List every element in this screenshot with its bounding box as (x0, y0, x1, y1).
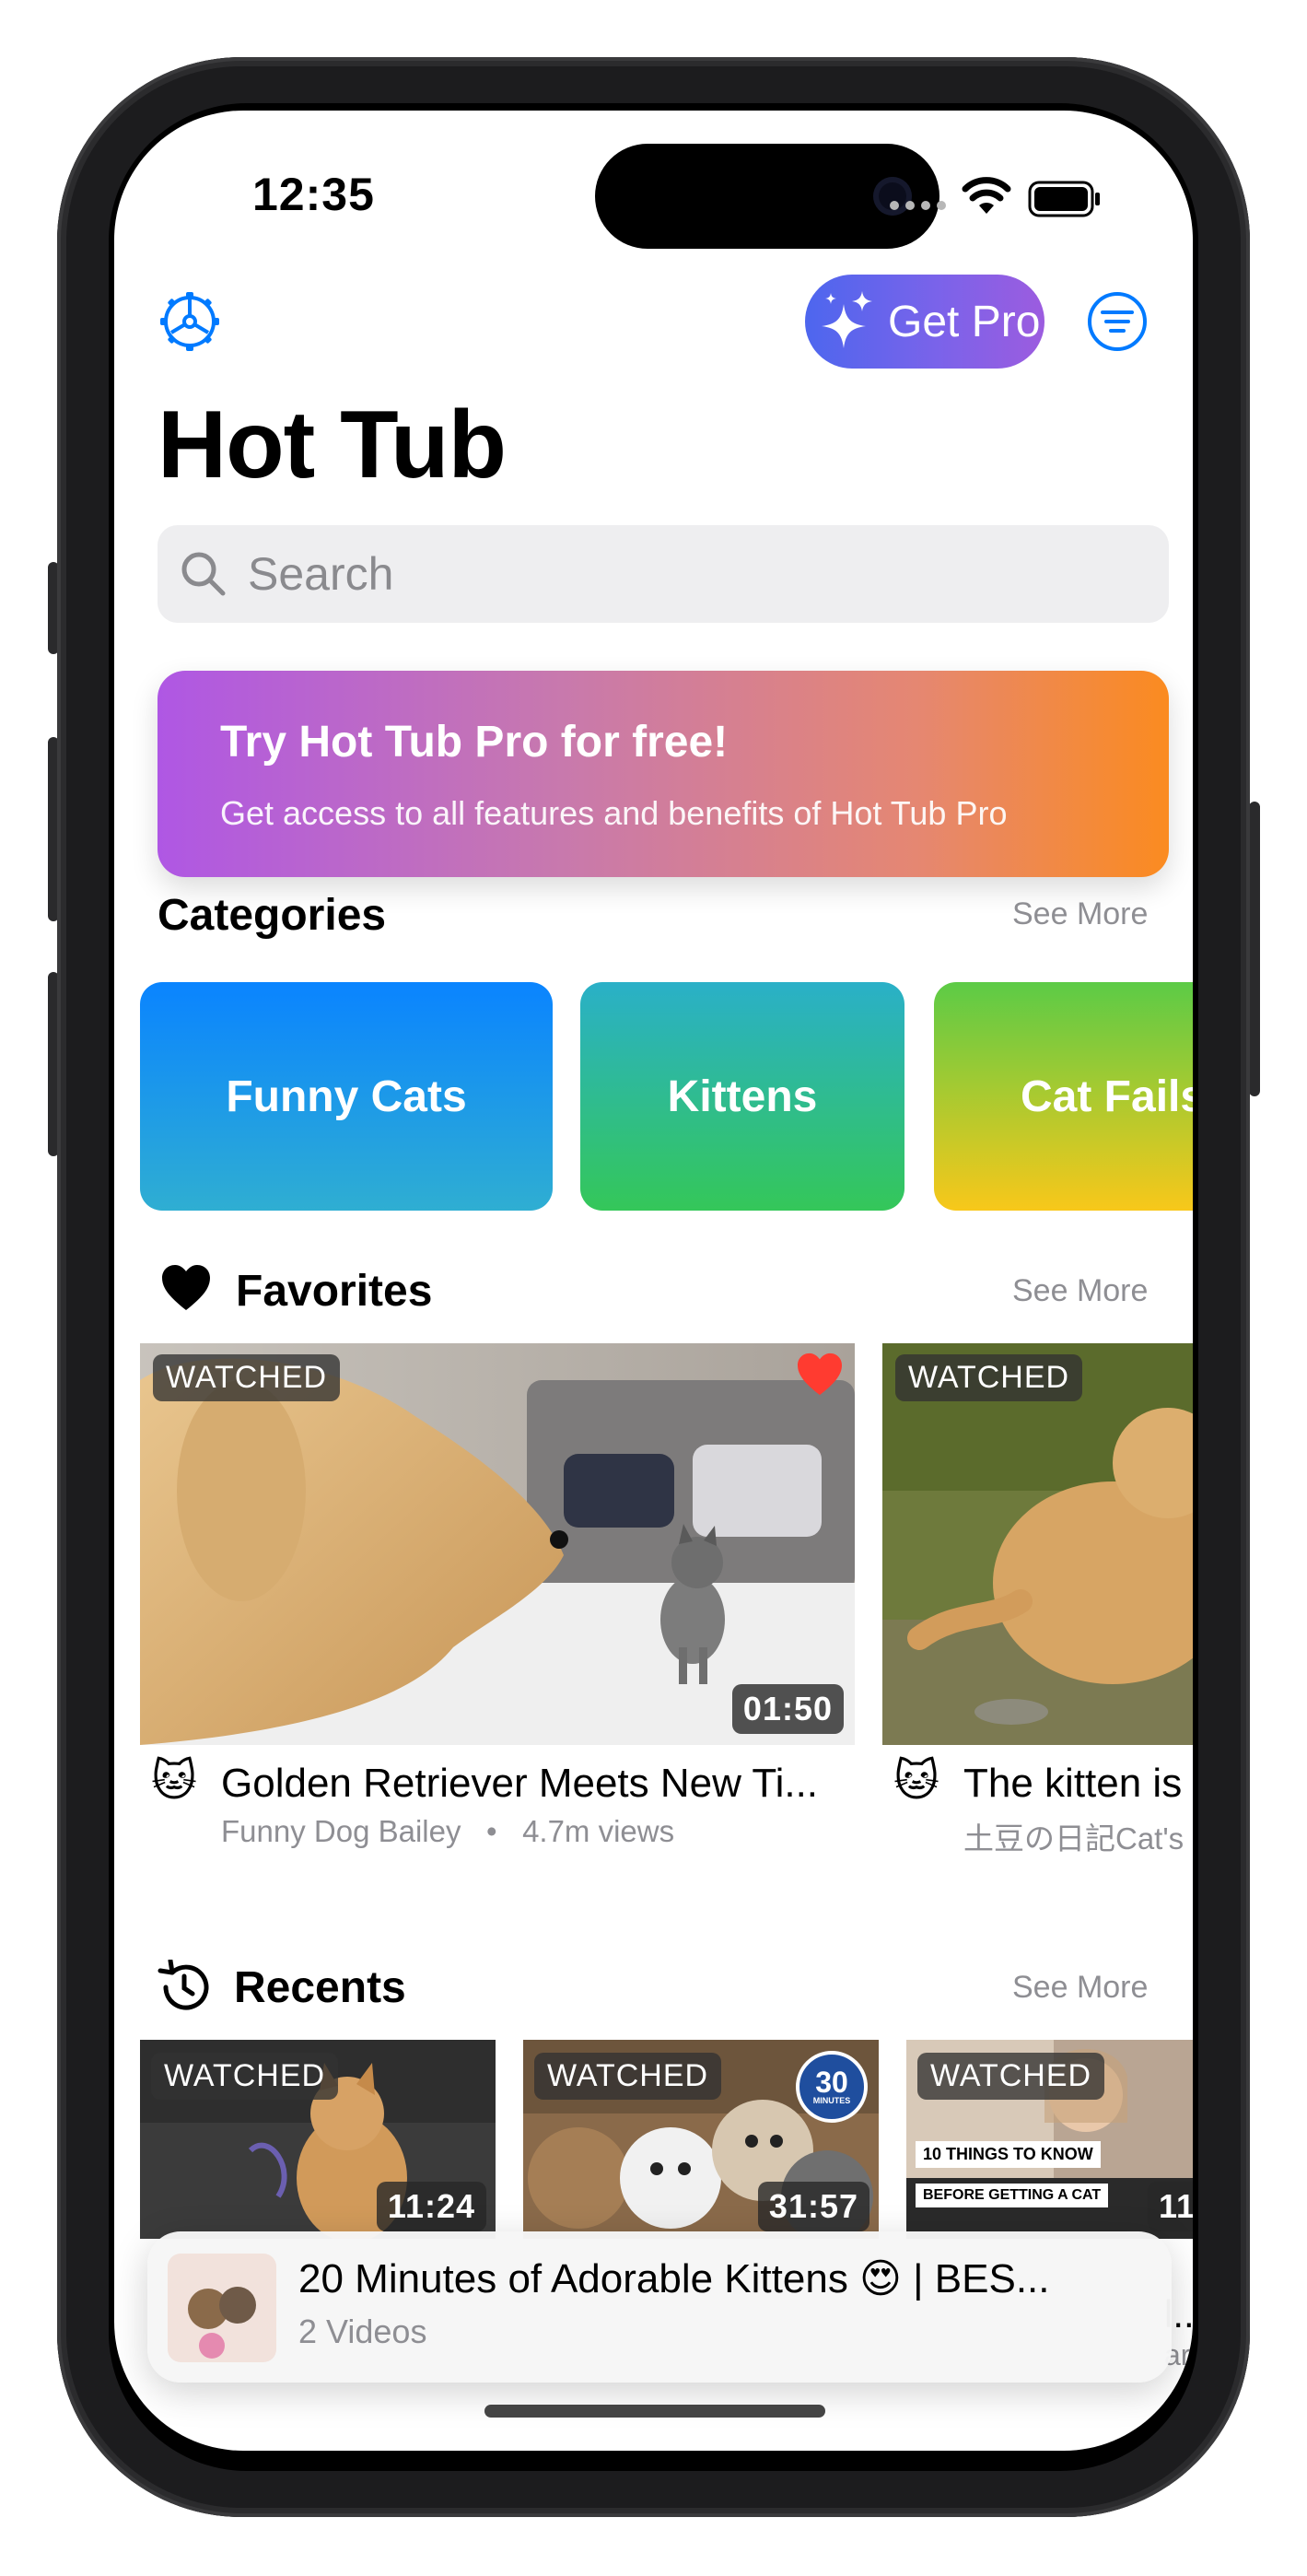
recent-video-thumbnail[interactable]: WATCHED 11:24 (140, 2040, 496, 2239)
mini-player-subtitle: 2 Videos (298, 2313, 427, 2350)
video-duration: 01:50 (731, 1684, 844, 1734)
meta-separator: • (469, 1814, 514, 1848)
logo-number: 30 (815, 2066, 848, 2099)
watched-badge: WATCHED (153, 1354, 341, 1401)
category-label: Cat Fails (1021, 1071, 1193, 1121)
category-funny-cats[interactable]: Funny Cats (140, 982, 553, 1211)
get-pro-label: Get Pro (888, 297, 1041, 346)
favorite-video-thumbnail[interactable]: WATCHED (882, 1343, 1193, 1745)
watched-badge: WATCHED (917, 2053, 1105, 2100)
favorite-heart-icon[interactable] (796, 1352, 844, 1397)
dynamic-island (595, 144, 939, 249)
status-time: 12:35 (252, 169, 375, 220)
channel-name: Funny Dog Bailey (221, 1814, 461, 1848)
watched-badge: WATCHED (895, 1354, 1083, 1401)
page-title: Hot Tub (158, 392, 507, 498)
favorite-video-title[interactable]: Golden Retriever Meets New Ti... (221, 1761, 838, 1807)
search-icon (181, 552, 226, 596)
categories-title: Categories (158, 891, 387, 940)
favorite-video-thumbnail[interactable]: WATCHED 01:50 (140, 1343, 855, 1745)
recent-video-thumbnail[interactable]: WATCHED 10 THINGS TO KNOW BEFORE GETTING… (906, 2040, 1193, 2239)
settings-icon[interactable] (157, 288, 223, 355)
home-indicator[interactable] (484, 2405, 825, 2418)
thumbnail-caption: 10 THINGS TO KNOW (916, 2141, 1101, 2168)
video-duration: 31:57 (757, 2182, 869, 2231)
history-icon (158, 1960, 209, 2010)
promo-subtitle: Get access to all features and benefits … (220, 794, 1008, 832)
mini-player[interactable]: 20 Minutes of Adorable Kittens 😍 | BES..… (147, 2231, 1172, 2383)
battery-icon (1028, 181, 1100, 217)
filter-icon[interactable] (1086, 290, 1149, 353)
mini-player-title: 20 Minutes of Adorable Kittens 😍 | BES..… (298, 2256, 1050, 2301)
cellular-signal-icon (890, 201, 946, 210)
search-bar[interactable] (158, 525, 1169, 623)
favorites-title: Favorites (236, 1267, 433, 1316)
power-button (1249, 802, 1260, 1096)
pro-promo-banner[interactable]: Try Hot Tub Pro for free! Get access to … (158, 671, 1169, 877)
promo-title: Try Hot Tub Pro for free! (220, 718, 729, 767)
view-count: 4.7m views (522, 1814, 675, 1848)
kitten-on-grass-image (882, 1343, 1193, 1745)
video-duration: 11: (1148, 2182, 1193, 2231)
thumbnail-caption: BEFORE GETTING A CAT (916, 2184, 1109, 2207)
category-label: Funny Cats (226, 1071, 467, 1121)
logo-text: MINUTES (812, 2096, 851, 2105)
categories-see-more[interactable]: See More (1012, 896, 1148, 932)
favorites-see-more[interactable]: See More (1012, 1273, 1148, 1309)
thirty-minutes-logo: 30 MINUTES (796, 2051, 868, 2123)
search-input[interactable] (246, 546, 1079, 602)
watched-badge: WATCHED (151, 2053, 339, 2100)
cat-face-icon: 🐱 (893, 1757, 940, 1806)
category-label: Kittens (667, 1071, 818, 1121)
category-kittens[interactable]: Kittens (580, 982, 904, 1211)
recents-title: Recents (234, 1963, 406, 2012)
watched-badge: WATCHED (534, 2053, 722, 2100)
recent-video-thumbnail[interactable]: WATCHED 30 MINUTES 31:57 (523, 2040, 879, 2239)
category-cat-fails[interactable]: Cat Fails (934, 982, 1193, 1211)
channel-name: 土豆の日記Cat's (963, 1821, 1184, 1856)
favorite-video-title[interactable]: The kitten is (963, 1761, 1193, 1807)
sparkles-icon (822, 291, 872, 348)
heart-icon (162, 1265, 210, 1310)
app-screen: 12:35 Get Pro Hot Tub Search Try Hot Tub… (114, 111, 1193, 2451)
wifi-icon (962, 177, 1011, 214)
recents-see-more[interactable]: See More (1012, 1970, 1148, 2006)
get-pro-button[interactable]: Get Pro (805, 275, 1044, 369)
mini-player-artwork (168, 2254, 276, 2362)
video-duration: 11:24 (376, 2182, 486, 2231)
cat-face-icon: 🐱 (151, 1757, 198, 1806)
favorite-video-meta: Funny Dog Bailey • 4.7m views (221, 1814, 674, 1849)
